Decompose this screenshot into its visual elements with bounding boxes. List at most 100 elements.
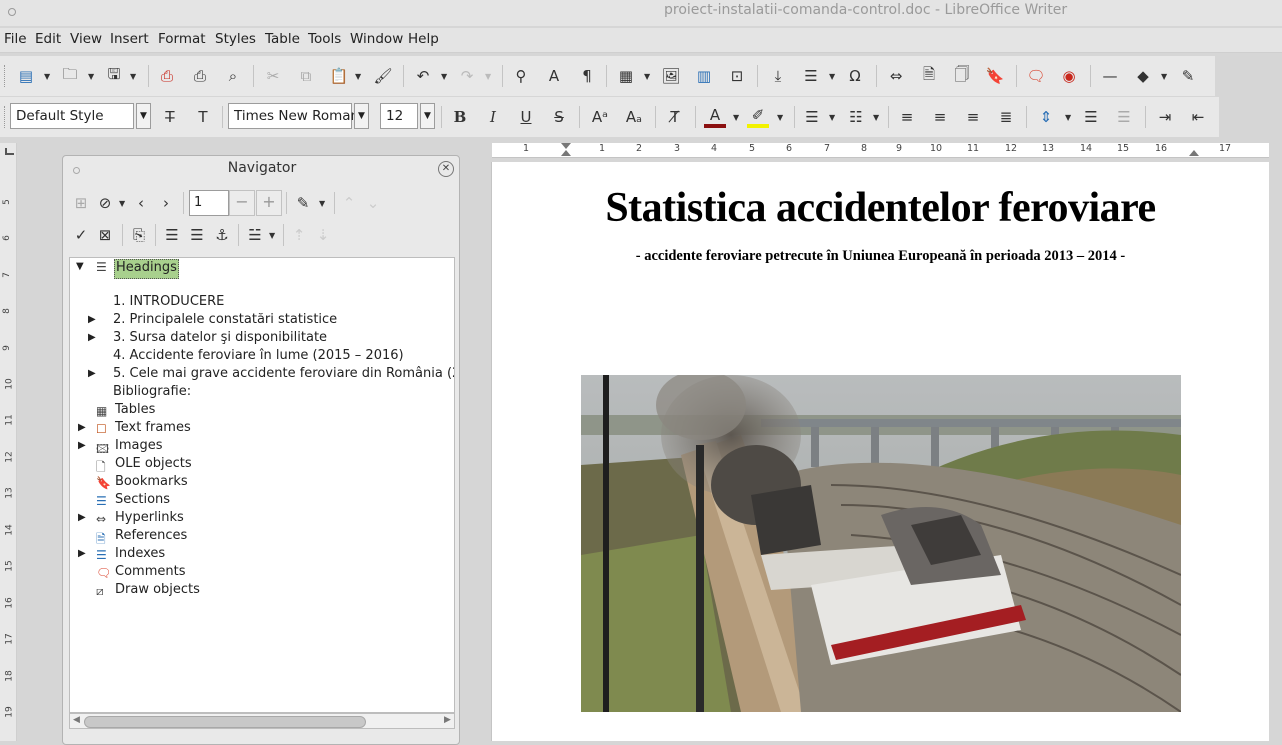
left-indent-icon[interactable] bbox=[561, 150, 571, 156]
align-center-icon[interactable]: ≡ bbox=[930, 107, 950, 127]
collapse-arrow-icon[interactable]: ▼ bbox=[76, 261, 84, 272]
find-replace-icon[interactable]: ⚲ bbox=[511, 66, 531, 86]
align-right-icon[interactable]: ≡ bbox=[963, 107, 983, 127]
increase-indent-icon[interactable]: ⇥ bbox=[1155, 107, 1175, 127]
font-name-box[interactable]: Times New Roman bbox=[228, 103, 359, 129]
tree-item-hyperlinks[interactable]: Hyperlinks bbox=[115, 510, 184, 528]
undo-icon[interactable]: ↶ bbox=[413, 66, 433, 86]
new-document-icon[interactable]: ▤ bbox=[16, 66, 36, 86]
paragraph-style-box[interactable]: Default Style bbox=[10, 103, 134, 129]
menu-window[interactable]: Window bbox=[350, 31, 403, 47]
insert-table-icon[interactable]: ▦ bbox=[616, 66, 636, 86]
highlight-color-icon[interactable]: ✐ bbox=[748, 105, 768, 125]
demote-chapter-icon[interactable]: ⇣ bbox=[313, 225, 333, 245]
insert-footnote-icon[interactable]: 🗎 bbox=[919, 65, 939, 86]
open-folder-icon[interactable]: 🗀 bbox=[60, 65, 80, 86]
heading-levels-icon[interactable]: ☱ bbox=[245, 225, 265, 245]
insert-page-break-icon[interactable]: ⤓ bbox=[768, 66, 788, 86]
tree-item-comments[interactable]: Comments bbox=[115, 564, 185, 582]
cut-icon[interactable]: ✂ bbox=[263, 66, 283, 86]
menu-edit[interactable]: Edit bbox=[35, 31, 61, 47]
align-left-icon[interactable]: ≡ bbox=[897, 107, 917, 127]
footer-icon[interactable]: ☰ bbox=[187, 225, 207, 245]
spelling-icon[interactable]: A bbox=[544, 66, 564, 86]
tree-item-heading[interactable]: 1. INTRODUCERE bbox=[113, 294, 224, 312]
tree-item-bookmarks[interactable]: Bookmarks bbox=[115, 474, 188, 492]
table-dropdown-icon[interactable]: ▼ bbox=[644, 72, 650, 81]
paste-icon[interactable]: 📋 bbox=[329, 66, 349, 86]
superscript-icon[interactable]: Aᵃ bbox=[590, 107, 610, 127]
toggle-icon[interactable]: ⊞ bbox=[71, 193, 91, 213]
save-icon[interactable]: 🖫 bbox=[104, 65, 124, 86]
header-icon[interactable]: ☰ bbox=[162, 225, 182, 245]
undo-dropdown-icon[interactable]: ▼ bbox=[441, 72, 447, 81]
drag-mode-dropdown-icon[interactable]: ▼ bbox=[319, 199, 325, 208]
strikethrough-icon[interactable]: S bbox=[549, 107, 569, 127]
tree-item-ole-objects[interactable]: OLE objects bbox=[115, 456, 192, 474]
next-icon[interactable]: › bbox=[156, 193, 176, 213]
demote-level-icon[interactable]: ⌄ bbox=[363, 193, 383, 213]
font-color-dropdown-icon[interactable]: ▼ bbox=[733, 113, 739, 122]
field-dropdown-icon[interactable]: ▼ bbox=[829, 72, 835, 81]
expand-arrow-icon[interactable]: ▶ bbox=[78, 440, 86, 451]
page-decrement-button[interactable]: − bbox=[229, 190, 255, 216]
document-page[interactable]: Statistica accidentelor feroviare - acci… bbox=[491, 162, 1269, 741]
expand-arrow-icon[interactable]: ▶ bbox=[88, 314, 96, 325]
insert-line-icon[interactable]: — bbox=[1100, 66, 1120, 86]
decrease-indent-icon[interactable]: ⇤ bbox=[1188, 107, 1208, 127]
expand-arrow-icon[interactable]: ▶ bbox=[78, 512, 86, 523]
special-character-icon[interactable]: Ω bbox=[845, 66, 865, 86]
font-size-dropdown-icon[interactable]: ▼ bbox=[420, 103, 435, 129]
font-size-box[interactable]: 12 bbox=[380, 103, 418, 129]
navigation-dropdown-icon[interactable]: ▼ bbox=[119, 199, 125, 208]
insert-chart-icon[interactable]: ▥ bbox=[694, 66, 714, 86]
menu-format[interactable]: Format bbox=[158, 31, 206, 47]
font-name-dropdown-icon[interactable]: ▼ bbox=[354, 103, 369, 129]
document-title[interactable]: Statistica accidentelor feroviare bbox=[492, 184, 1269, 232]
decrease-paragraph-spacing-icon[interactable]: ☰ bbox=[1114, 107, 1134, 127]
clear-formatting-icon[interactable]: T̸ bbox=[665, 107, 685, 127]
navigation-icon[interactable]: ⊘ bbox=[95, 193, 115, 213]
track-changes-icon[interactable]: ◉ bbox=[1059, 66, 1079, 86]
expand-arrow-icon[interactable]: ▶ bbox=[78, 422, 86, 433]
tree-item-heading[interactable]: 5. Cele mai grave accidente feroviare di… bbox=[113, 366, 454, 384]
tree-item-text-frames[interactable]: Text frames bbox=[115, 420, 191, 438]
menu-tools[interactable]: Tools bbox=[308, 31, 341, 47]
menu-styles[interactable]: Styles bbox=[215, 31, 256, 47]
toolbar-grip[interactable] bbox=[4, 106, 8, 128]
insert-endnote-icon[interactable]: 🗍 bbox=[952, 65, 972, 86]
menu-view[interactable]: View bbox=[70, 31, 102, 47]
tree-item-images[interactable]: Images bbox=[115, 438, 163, 456]
update-style-icon[interactable]: T̶ bbox=[160, 107, 180, 127]
drag-mode-icon[interactable]: ✎ bbox=[293, 193, 313, 213]
print-preview-icon[interactable]: ⌕ bbox=[223, 66, 243, 86]
copy-icon[interactable]: ⧉ bbox=[296, 66, 316, 86]
draw-functions-icon[interactable]: ✎ bbox=[1178, 66, 1198, 86]
numbered-list-dropdown-icon[interactable]: ▼ bbox=[873, 113, 879, 122]
tree-item-heading[interactable]: 3. Sursa datelor şi disponibilitate bbox=[113, 330, 327, 348]
train-accident-photo[interactable] bbox=[581, 375, 1181, 712]
content-view-icon[interactable]: ✓ bbox=[71, 225, 91, 245]
underline-icon[interactable]: U bbox=[516, 107, 536, 127]
shapes-dropdown-icon[interactable]: ▼ bbox=[1161, 72, 1167, 81]
line-spacing-dropdown-icon[interactable]: ▼ bbox=[1065, 113, 1071, 122]
reminder-icon[interactable]: ⎘ bbox=[129, 225, 149, 245]
redo-dropdown-icon[interactable]: ▼ bbox=[485, 72, 491, 81]
justify-icon[interactable]: ≣ bbox=[996, 107, 1016, 127]
expand-arrow-icon[interactable]: ▶ bbox=[88, 332, 96, 343]
previous-icon[interactable]: ‹ bbox=[131, 193, 151, 213]
scroll-right-icon[interactable]: ▶ bbox=[444, 715, 451, 725]
insert-textbox-icon[interactable]: ⊡ bbox=[727, 66, 747, 86]
bullet-list-icon[interactable]: ☰ bbox=[802, 107, 822, 127]
expand-arrow-icon[interactable]: ▶ bbox=[88, 368, 96, 379]
export-pdf-icon[interactable]: ⎙ bbox=[157, 66, 177, 86]
page-increment-button[interactable]: + bbox=[256, 190, 282, 216]
subscript-icon[interactable]: Aₐ bbox=[624, 107, 644, 127]
tree-item-heading[interactable]: 4. Accidente feroviare în lume (2015 – 2… bbox=[113, 348, 404, 366]
anchor-icon[interactable]: ⚓ bbox=[212, 225, 232, 245]
first-line-indent-icon[interactable] bbox=[561, 143, 571, 149]
basic-shapes-icon[interactable]: ◆ bbox=[1133, 66, 1153, 86]
open-dropdown-icon[interactable]: ▼ bbox=[88, 72, 94, 81]
scrollbar-thumb[interactable] bbox=[84, 716, 366, 728]
tree-item-headings[interactable]: Headings bbox=[114, 259, 179, 279]
